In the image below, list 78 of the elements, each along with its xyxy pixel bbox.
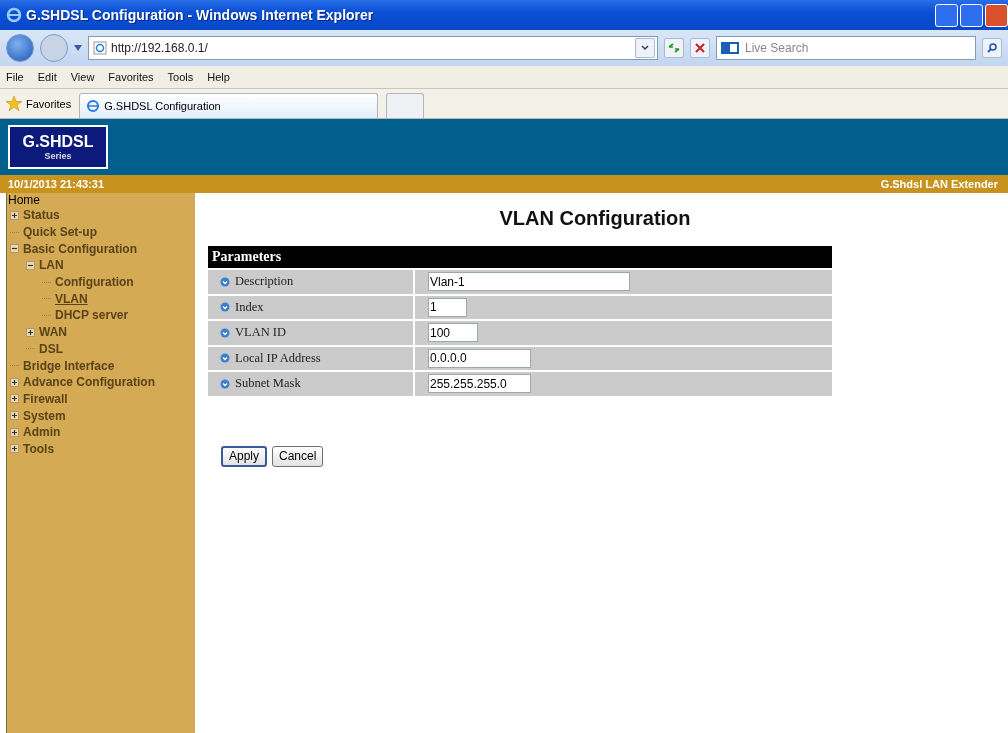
menu-item[interactable]: View: [70, 71, 95, 83]
browser-tab[interactable]: G.SHDSL Configuration: [79, 93, 379, 118]
menu-item[interactable]: Edit: [37, 71, 57, 83]
menu-item[interactable]: File: [6, 71, 24, 83]
input-field[interactable]: 100: [428, 323, 478, 343]
expand-icon[interactable]: [10, 444, 19, 454]
page-icon: [93, 41, 107, 55]
menu-item[interactable]: Favorites: [108, 71, 154, 83]
close-icon: [695, 43, 705, 53]
home-link[interactable]: Home: [7, 194, 195, 207]
search-icon: [987, 43, 997, 53]
info-icon: [220, 378, 230, 389]
sidebar-item[interactable]: Quick Set-up: [23, 225, 97, 240]
product-name: G.Shdsl LAN Extender: [880, 178, 998, 190]
logo-subtitle: Series: [44, 151, 72, 161]
input-field[interactable]: Vlan-1: [428, 272, 630, 292]
refresh-icon: [668, 43, 680, 53]
mail-icon: [721, 42, 739, 54]
search-button[interactable]: [982, 38, 1002, 58]
dropdown-button[interactable]: [635, 38, 655, 58]
star-icon: [6, 96, 22, 111]
browser-icon: [6, 7, 22, 23]
sidebar-item[interactable]: Tools: [23, 441, 55, 456]
restore-button[interactable]: [960, 3, 983, 27]
cancel-button[interactable]: Cancel: [272, 445, 324, 467]
input-field[interactable]: 0.0.0.0: [428, 348, 531, 368]
label-text: Local IP Address: [235, 350, 321, 366]
apply-button[interactable]: Apply: [221, 445, 268, 467]
search-box[interactable]: Live Search: [716, 36, 976, 60]
input-field[interactable]: 1: [428, 297, 467, 317]
window-title: G.SHDSL Configuration - Windows Internet Explorer: [26, 7, 375, 23]
menu-item[interactable]: Help: [207, 71, 230, 83]
refresh-button[interactable]: [664, 38, 684, 58]
expand-icon[interactable]: [26, 327, 35, 337]
favorites-button[interactable]: Favorites: [6, 96, 72, 111]
sidebar-item[interactable]: WAN: [39, 325, 67, 340]
expand-icon[interactable]: [10, 411, 19, 421]
sidebar-item[interactable]: DHCP server: [55, 308, 129, 323]
sidebar-item[interactable]: Firewall: [23, 391, 68, 406]
collapse-icon[interactable]: [10, 244, 19, 254]
sidebar-item[interactable]: Bridge Interface: [23, 358, 115, 373]
caret-icon[interactable]: [74, 45, 82, 51]
sidebar-item[interactable]: LAN: [39, 258, 64, 273]
sidebar-item[interactable]: Basic Configuration: [23, 241, 137, 256]
collapse-icon[interactable]: [26, 260, 35, 270]
label-text: VLAN ID: [235, 325, 287, 341]
address-field[interactable]: http://192.168.0.1/: [88, 36, 658, 60]
minimize-button[interactable]: [935, 3, 958, 27]
info-icon: [220, 327, 230, 338]
expand-icon[interactable]: [10, 210, 19, 220]
page-title: VLAN Configuration: [498, 207, 692, 230]
sidebar-item[interactable]: DSL: [39, 341, 63, 356]
menu-item[interactable]: Tools: [167, 71, 194, 83]
browser-icon: [86, 99, 101, 113]
expand-icon[interactable]: [10, 377, 19, 387]
label-text: Subnet Mask: [235, 376, 301, 392]
info-icon: [220, 276, 230, 287]
sidebar-item[interactable]: Admin: [23, 425, 61, 440]
sidebar-item[interactable]: Status: [23, 208, 60, 223]
datetime: 10/1/2013 21:43:31: [8, 178, 105, 190]
sidebar-item[interactable]: Advance Configuration: [23, 375, 155, 390]
expand-icon[interactable]: [10, 427, 19, 437]
info-icon: [220, 302, 230, 313]
chevron-icon: [641, 45, 649, 51]
input-field[interactable]: 255.255.255.0: [428, 374, 531, 394]
label-text: Description: [235, 274, 294, 290]
stop-button[interactable]: [690, 38, 710, 58]
sidebar-item[interactable]: VLAN: [55, 291, 88, 306]
expand-icon[interactable]: [10, 394, 19, 404]
info-icon: [220, 353, 230, 364]
sidebar-item[interactable]: System: [23, 408, 66, 423]
back-button[interactable]: [6, 34, 34, 62]
sidebar-item[interactable]: Configuration: [55, 275, 134, 290]
close-button[interactable]: [985, 3, 1008, 27]
table-header: Parameters: [208, 246, 832, 268]
address-text: http://192.168.0.1/: [111, 41, 209, 55]
label-text: Index: [235, 299, 264, 315]
logo-title: G.SHDSL: [22, 133, 94, 151]
